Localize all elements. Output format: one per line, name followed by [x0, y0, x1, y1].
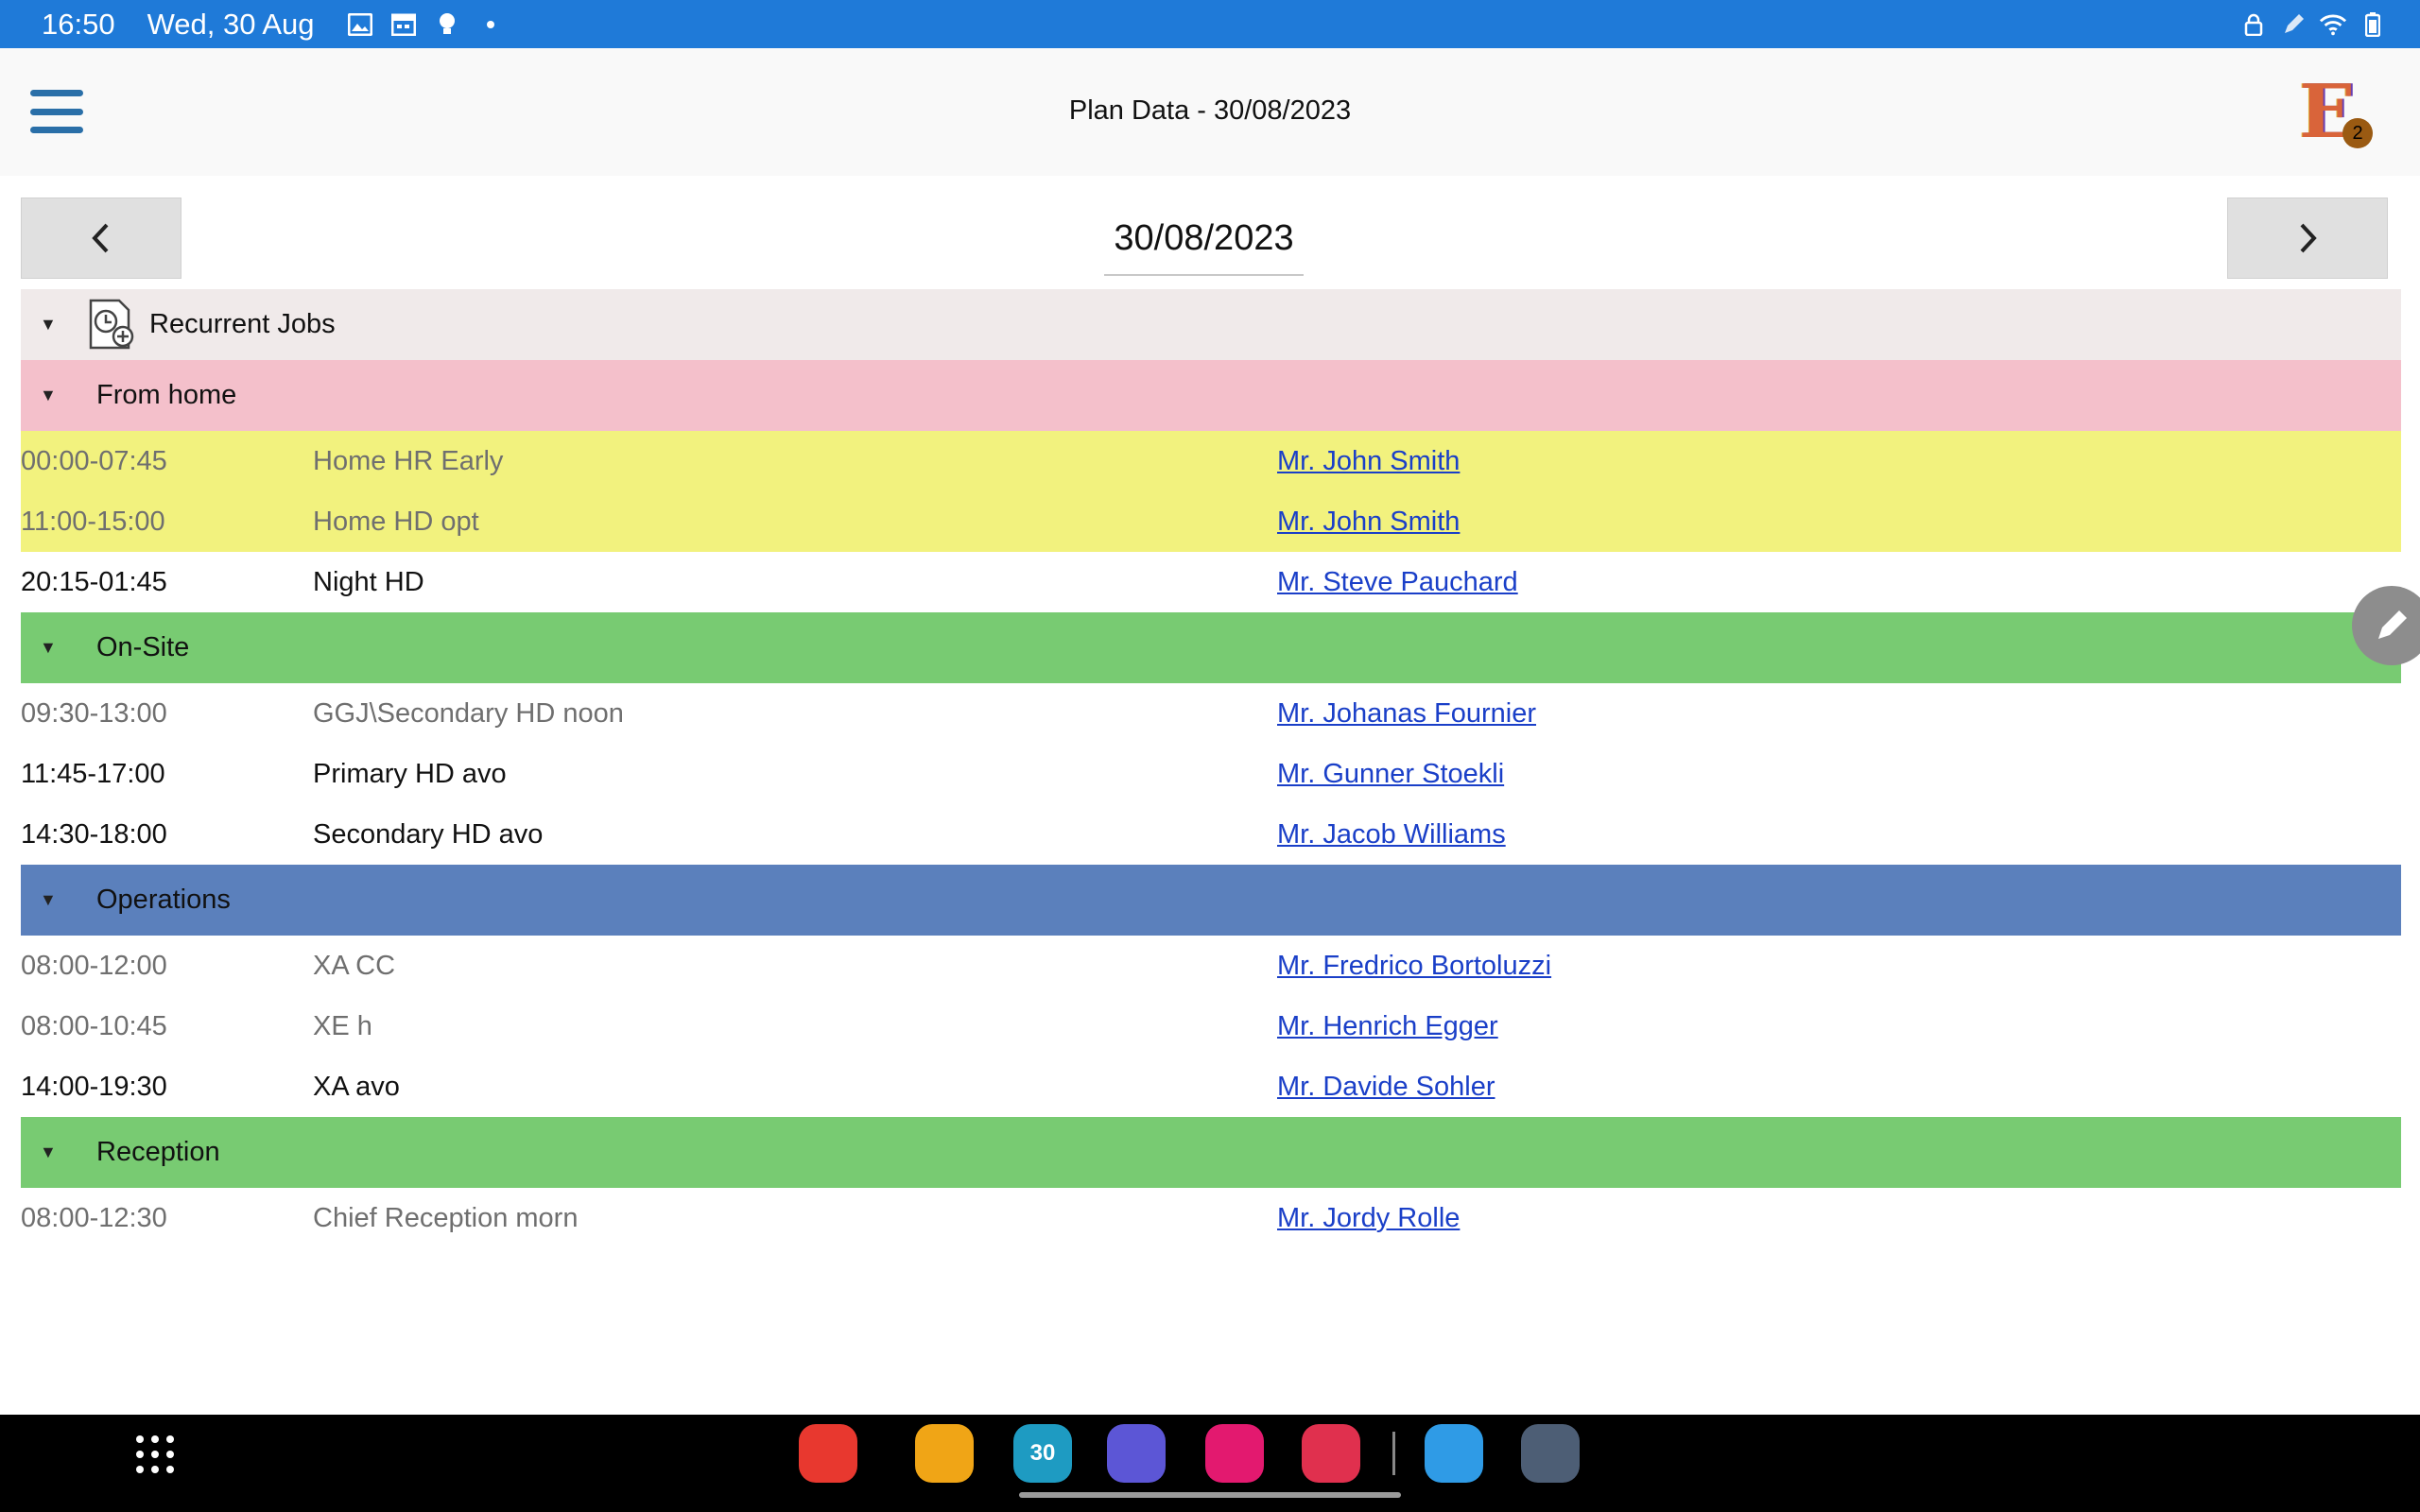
job-time: 20:15-01:45: [21, 566, 167, 597]
collapse-triangle-icon[interactable]: ▼: [21, 386, 76, 405]
job-row[interactable]: 09:30-13:00 GGJ\Secondary HD noon Mr. Joha…: [21, 683, 2401, 744]
chevron-left-icon: [92, 223, 109, 253]
group-label: Recurrent Jobs: [149, 309, 336, 339]
wifi-icon: [2320, 11, 2346, 38]
person-link[interactable]: Mr. Fredrico Bortoluzzi: [1277, 951, 1551, 982]
job-name: Night HD: [313, 566, 424, 597]
pencil-edit-icon: [2378, 610, 2407, 639]
group-header[interactable]: ▼ From home: [21, 360, 2401, 431]
clock-document-icon: [89, 299, 134, 349]
notification-badge: 2: [2342, 118, 2373, 148]
job-row[interactable]: 08:00-12:00 XA CC Mr. Fredrico Bortoluzzi: [21, 936, 2401, 996]
status-bar: 16:50 Wed, 30 Aug: [0, 0, 2420, 48]
gallery-app-icon[interactable]: [1205, 1424, 1264, 1483]
job-name: XA avo: [313, 1071, 400, 1102]
bixby-app-icon[interactable]: [1425, 1424, 1483, 1483]
group-label: Reception: [96, 1137, 220, 1167]
job-name: XA CC: [313, 950, 396, 981]
collapse-triangle-icon[interactable]: ▼: [21, 315, 76, 335]
next-day-button[interactable]: [2227, 198, 2388, 279]
home-indicator[interactable]: [1019, 1492, 1401, 1498]
job-row[interactable]: 08:00-10:45 XE h Mr. Henrich Egger: [21, 996, 2401, 1057]
date-field[interactable]: 30/08/2023: [1104, 210, 1304, 276]
job-time: 14:00-19:30: [21, 1071, 167, 1102]
job-name: GGJ\Secondary HD noon: [313, 697, 624, 729]
dock-divider: [1392, 1432, 1395, 1475]
collapse-triangle-icon[interactable]: ▼: [21, 890, 76, 910]
person-link[interactable]: Mr. Johanas Fournier: [1277, 698, 1536, 730]
person-link[interactable]: Mr. Gunner Stoekli: [1277, 759, 1504, 790]
job-time: 00:00-07:45: [21, 445, 167, 476]
camera-app-icon[interactable]: [1302, 1424, 1360, 1483]
job-name: Primary HD avo: [313, 758, 507, 789]
dot-icon: [477, 11, 504, 38]
job-name: Chief Reception morn: [313, 1202, 579, 1233]
previous-day-button[interactable]: [21, 198, 182, 279]
chevron-right-icon: [2300, 223, 2317, 253]
calendar-icon: [390, 11, 417, 38]
group-label: From home: [96, 380, 237, 410]
battery-icon: [2360, 11, 2386, 38]
status-time: 16:50: [42, 7, 115, 41]
job-time: 08:00-10:45: [21, 1010, 167, 1041]
app-logo[interactable]: E 2: [2299, 75, 2373, 150]
app-header: Plan Data - 30/08/2023 E 2: [0, 48, 2420, 176]
job-row[interactable]: 11:00-15:00 Home HD opt Mr. John Smith: [21, 491, 2401, 552]
job-name: Home HD opt: [313, 506, 479, 537]
job-row[interactable]: 14:00-19:30 XA avo Mr. Davide Sohler: [21, 1057, 2401, 1117]
internet-app-icon[interactable]: [1107, 1424, 1166, 1483]
person-link[interactable]: Mr. Steve Pauchard: [1277, 567, 1518, 598]
calendar-app-icon[interactable]: 30: [1013, 1424, 1072, 1483]
bulb-icon: [434, 11, 460, 38]
my-files-app-icon[interactable]: [915, 1424, 974, 1483]
job-time: 14:30-18:00: [21, 818, 167, 850]
job-row[interactable]: 00:00-07:45 Home HR Early Mr. John Smith: [21, 431, 2401, 491]
taskbar: 30: [0, 1415, 2420, 1512]
group-label: Operations: [96, 885, 231, 915]
status-date: Wed, 30 Aug: [147, 7, 315, 41]
job-row[interactable]: 08:00-12:30 Chief Reception morn Mr. Jordy…: [21, 1188, 2401, 1248]
job-name: Secondary HD avo: [313, 818, 544, 850]
job-time: 08:00-12:30: [21, 1202, 167, 1233]
group-header[interactable]: ▼ On-Site: [21, 612, 2401, 683]
job-time: 09:30-13:00: [21, 697, 167, 729]
collapse-triangle-icon[interactable]: ▼: [21, 638, 76, 658]
lock-icon: [2240, 11, 2267, 38]
job-name: XE h: [313, 1010, 372, 1041]
job-list: ▼ Recurrent Jobs ▼ From home 00:00-07:45 Ho…: [21, 289, 2401, 1248]
person-link[interactable]: Mr. Jacob Williams: [1277, 819, 1506, 850]
group-recurrent-jobs[interactable]: ▼ Recurrent Jobs: [21, 289, 2401, 360]
app-drawer-icon[interactable]: [136, 1435, 174, 1473]
job-time: 11:45-17:00: [21, 758, 165, 789]
job-row[interactable]: 14:30-18:00 Secondary HD avo Mr. Jacob Wil…: [21, 804, 2401, 865]
page-title: Plan Data - 30/08/2023: [1068, 95, 1352, 126]
person-link[interactable]: Mr. Jordy Rolle: [1277, 1203, 1460, 1234]
person-link[interactable]: Mr. Davide Sohler: [1277, 1072, 1495, 1103]
person-link[interactable]: Mr. John Smith: [1277, 446, 1460, 477]
settings-app-icon[interactable]: [1521, 1424, 1580, 1483]
collapse-triangle-icon[interactable]: ▼: [21, 1143, 76, 1162]
group-header[interactable]: ▼ Reception: [21, 1117, 2401, 1188]
job-time: 08:00-12:00: [21, 950, 167, 981]
person-link[interactable]: Mr. Henrich Egger: [1277, 1011, 1498, 1042]
pen-icon: [2280, 11, 2307, 38]
job-row[interactable]: 11:45-17:00 Primary HD avo Mr. Gunner Stoe…: [21, 744, 2401, 804]
person-link[interactable]: Mr. John Smith: [1277, 507, 1460, 538]
gallery-icon: [347, 11, 373, 38]
group-label: On-Site: [96, 632, 190, 662]
job-row[interactable]: 20:15-01:45 Night HD Mr. Steve Pauchard: [21, 552, 2401, 612]
group-header[interactable]: ▼ Operations: [21, 865, 2401, 936]
job-name: Home HR Early: [313, 445, 504, 476]
job-time: 11:00-15:00: [21, 506, 165, 537]
notes-app-icon[interactable]: [799, 1424, 857, 1483]
